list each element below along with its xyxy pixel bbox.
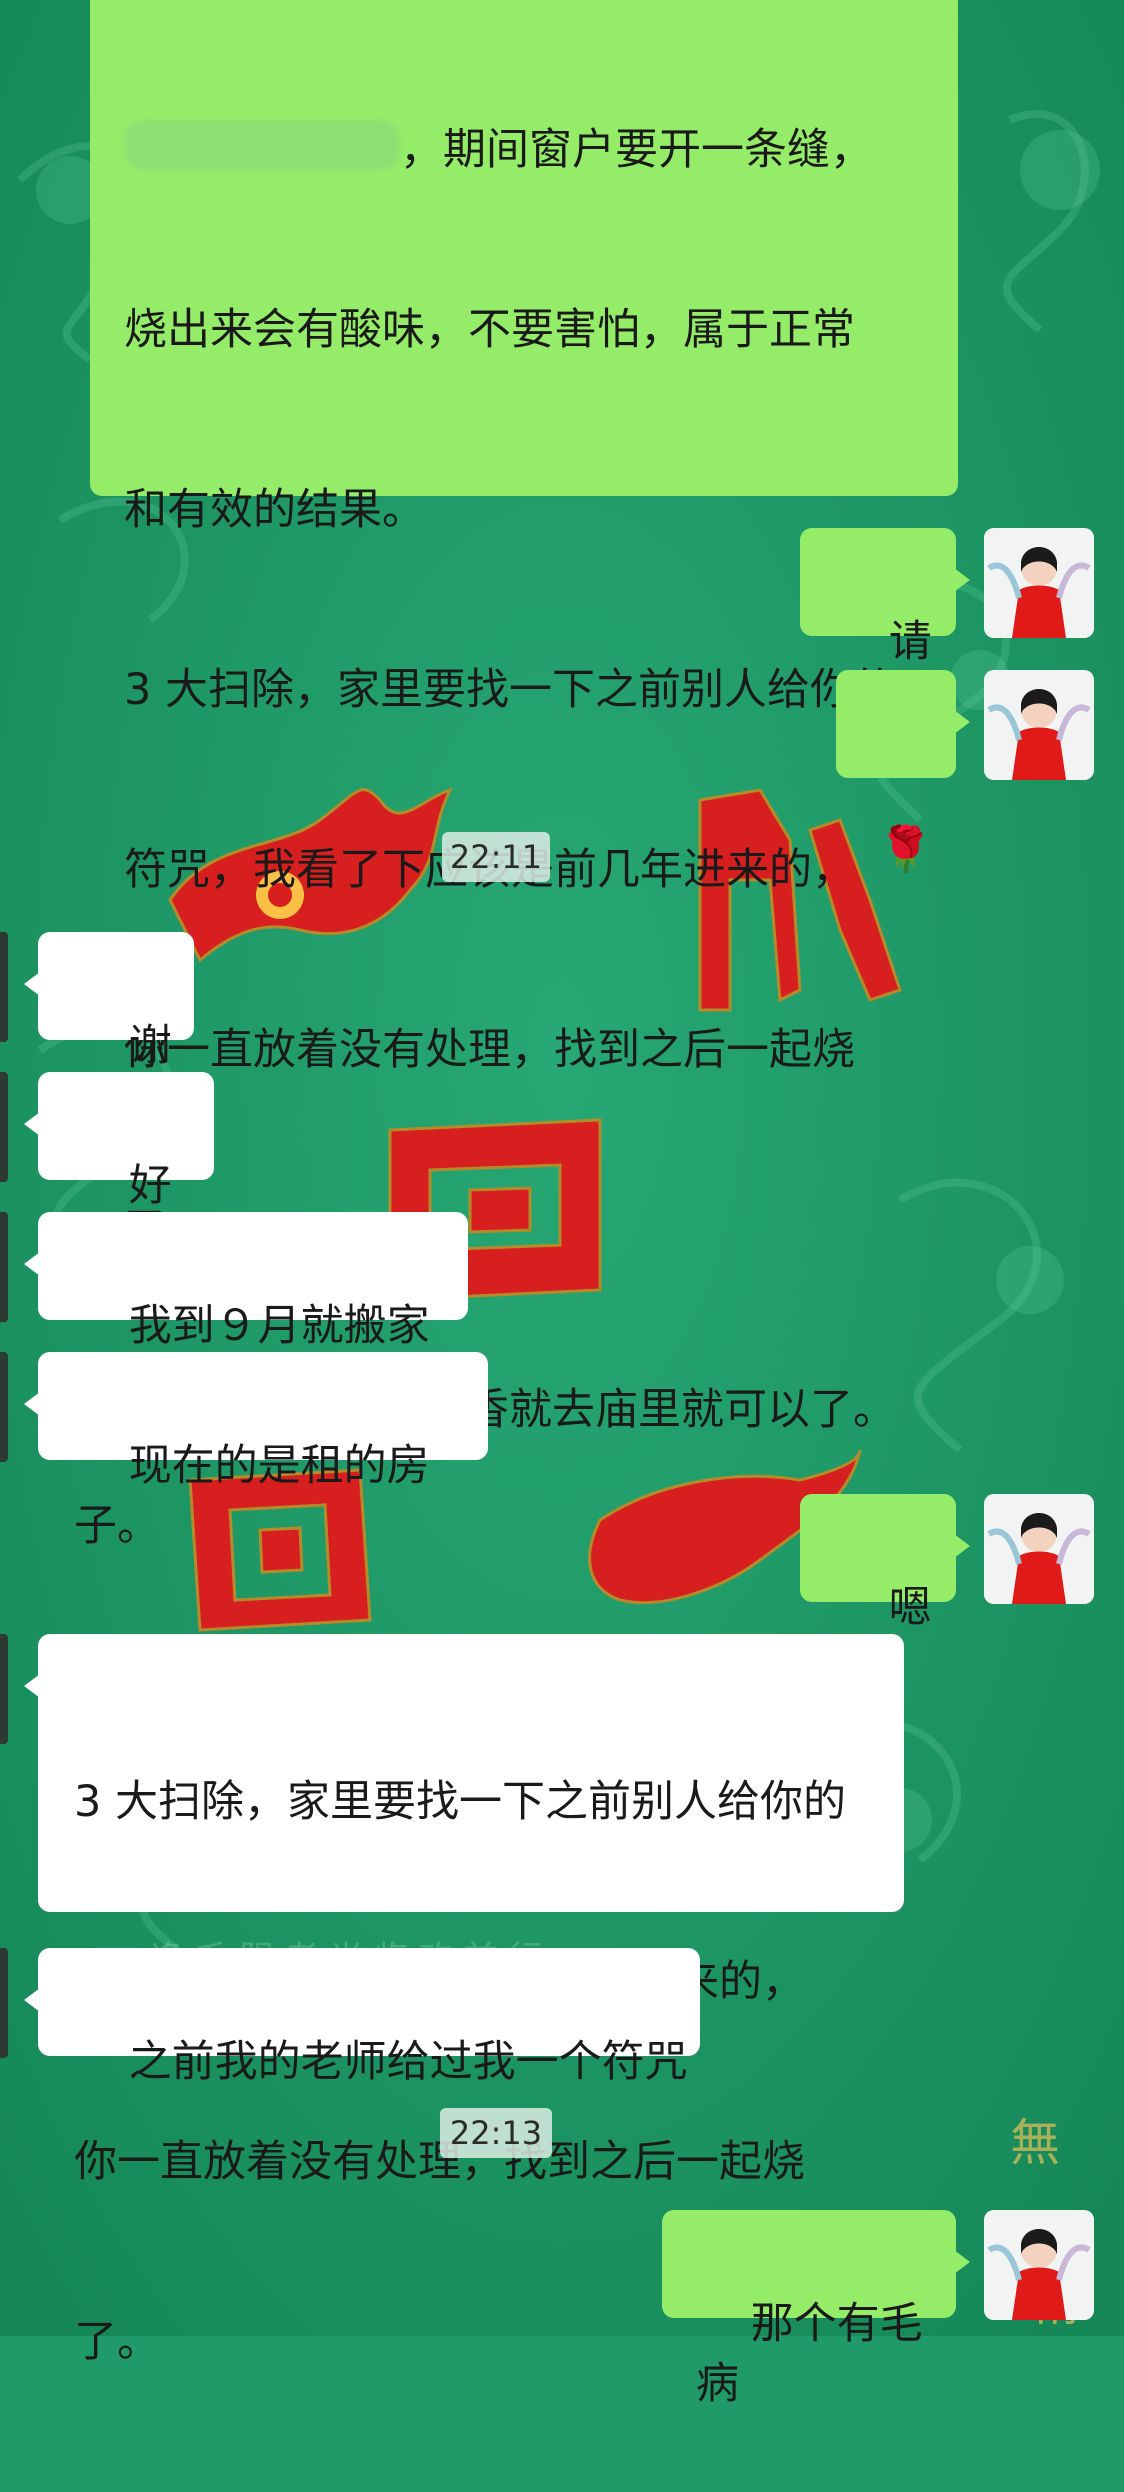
message-bubble-incoming[interactable]: 好的。 xyxy=(24,1072,214,1271)
contact-avatar[interactable] xyxy=(0,1212,8,1322)
message-bubble-outgoing[interactable]: ，期间窗户要开一条缝， 烧出来会有酸味，不要害怕，属于正常 和有效的结果。 3 … xyxy=(90,0,958,1435)
my-avatar[interactable] xyxy=(984,528,1094,638)
message-line: 3 大扫除，家里要找一下之前别人给你的 xyxy=(124,665,897,715)
message-bubble-outgoing[interactable]: 请收 xyxy=(800,528,970,727)
chat-thread: ，期间窗户要开一条缝， 烧出来会有酸味，不要害怕，属于正常 和有效的结果。 3 … xyxy=(0,0,1124,2409)
avatar-image-icon xyxy=(984,670,1094,780)
avatar-image-icon xyxy=(984,528,1094,638)
message-line: 烧出来会有酸味，不要害怕，属于正常 xyxy=(124,305,855,355)
message-line: 3 大扫除，家里要找一下之前别人给你的 xyxy=(74,1777,847,1827)
contact-avatar[interactable] xyxy=(0,932,8,1042)
my-avatar[interactable] xyxy=(984,1494,1094,1604)
message-line: ，期间窗户要开一条缝， xyxy=(400,125,873,175)
blurred-text-patch xyxy=(124,120,400,170)
message-bubble-incoming[interactable]: 谢谢 xyxy=(24,932,194,1131)
contact-avatar[interactable] xyxy=(0,1072,8,1182)
my-avatar[interactable] xyxy=(984,670,1094,780)
message-bubble-outgoing[interactable]: 那个有毛病 xyxy=(662,2210,970,2409)
message-line: 你一直放着没有处理，找到之后一起烧 xyxy=(124,1025,855,1075)
rose-icon: 🌹 xyxy=(878,824,933,875)
contact-avatar[interactable] xyxy=(0,1634,8,1744)
contact-avatar[interactable] xyxy=(0,1352,8,1462)
timestamp: 22:11 xyxy=(442,832,550,882)
avatar-image-icon xyxy=(984,2210,1094,2320)
contact-avatar[interactable] xyxy=(0,1948,8,2058)
timestamp: 22:13 xyxy=(440,2108,552,2158)
message-text: 之前我的老师给过我一个符咒 xyxy=(128,2037,688,2087)
message-bubble-outgoing[interactable]: 嗯呢 xyxy=(800,1494,970,1693)
message-bubble-incoming[interactable]: 3 大扫除，家里要找一下之前别人给你的 符咒，我看了下应该是前几年进来的， 你一… xyxy=(24,1634,904,2367)
message-bubble-incoming[interactable]: 现在的是租的房子。 xyxy=(24,1352,488,1551)
message-bubble-incoming[interactable]: 之前我的老师给过我一个符咒 xyxy=(24,1948,700,2087)
avatar-image-icon xyxy=(984,1494,1094,1604)
message-bubble-outgoing[interactable]: 🌹 xyxy=(836,670,970,872)
message-bubble-incoming[interactable]: 我到９月就搬家了 xyxy=(24,1212,468,1411)
my-avatar[interactable] xyxy=(984,2210,1094,2320)
